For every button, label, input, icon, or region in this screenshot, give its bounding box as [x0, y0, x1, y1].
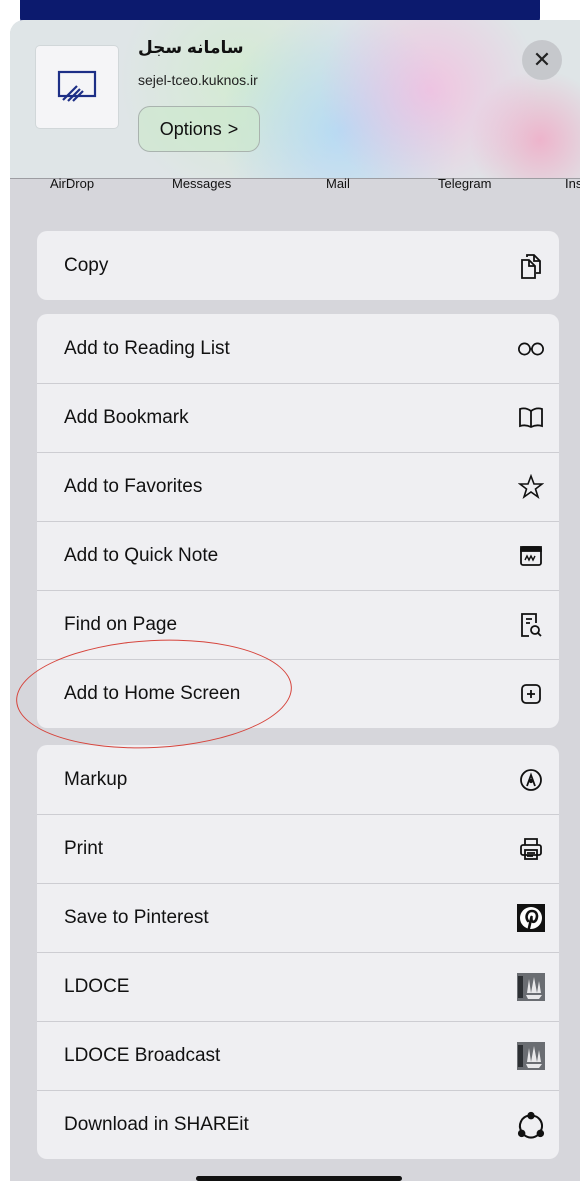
action-label: Add to Home Screen: [64, 683, 241, 704]
action-add-to-quick-note[interactable]: Add to Quick Note: [37, 521, 559, 590]
share-sheet-header: سامانه سجل sejel-tceo.kuknos.ir Options …: [10, 20, 580, 179]
action-print[interactable]: Print: [37, 814, 559, 883]
share-target-mail[interactable]: Mail: [326, 176, 350, 191]
action-save-to-pinterest[interactable]: Save to Pinterest: [37, 883, 559, 952]
copy-icon: [517, 252, 545, 280]
action-label: Markup: [64, 768, 128, 790]
action-label: Add to Reading List: [64, 337, 230, 359]
options-button[interactable]: Options >: [138, 106, 260, 152]
action-label: Copy: [64, 254, 109, 276]
action-find-on-page[interactable]: Find on Page: [37, 590, 559, 659]
site-title: سامانه سجل: [138, 38, 244, 57]
printer-icon: [517, 835, 545, 863]
share-target-messages[interactable]: Messages: [172, 176, 231, 191]
action-ldoce[interactable]: LDOCE: [37, 952, 559, 1021]
site-url: sejel-tceo.kuknos.ir: [138, 72, 258, 88]
longman-icon: [517, 973, 545, 1001]
action-ldoce-broadcast[interactable]: LDOCE Broadcast: [37, 1021, 559, 1090]
book-icon: [517, 404, 545, 432]
options-label: Options: [159, 118, 222, 139]
action-download-in-shareit[interactable]: Download in SHAREit: [37, 1090, 559, 1159]
close-button[interactable]: ✕: [522, 40, 562, 80]
action-label: Add to Quick Note: [64, 545, 219, 566]
action-add-to-favorites[interactable]: Add to Favorites: [37, 452, 559, 521]
action-group-page: Add to Reading List Add Bookmark Add to …: [37, 314, 559, 728]
action-label: Find on Page: [64, 614, 178, 635]
action-label: Print: [64, 838, 104, 859]
action-group-copy: Copy: [37, 231, 559, 300]
share-sheet: سامانه سجل sejel-tceo.kuknos.ir Options …: [10, 20, 580, 1181]
action-copy[interactable]: Copy: [37, 231, 559, 300]
action-markup[interactable]: Markup: [37, 745, 559, 814]
action-label: LDOCE: [64, 976, 130, 997]
action-label: Download in SHAREit: [64, 1114, 249, 1135]
share-target-instagram[interactable]: Ins: [565, 176, 580, 191]
pinterest-icon: [517, 904, 545, 932]
home-indicator[interactable]: [196, 1176, 402, 1181]
share-target-airdrop[interactable]: AirDrop: [50, 176, 94, 191]
action-label: Save to Pinterest: [64, 907, 209, 928]
star-icon: [517, 473, 545, 501]
chevron-right-icon: >: [227, 118, 239, 139]
action-add-bookmark[interactable]: Add Bookmark: [37, 383, 559, 452]
site-icon: [36, 46, 118, 128]
find-on-page-icon: [517, 611, 545, 639]
share-targets-row: AirDrop Messages Mail Telegram Ins: [10, 176, 580, 194]
longman-icon: [517, 1042, 545, 1070]
action-label: Add to Favorites: [64, 476, 203, 497]
shareit-icon: [517, 1111, 545, 1139]
action-add-to-home-screen[interactable]: Add to Home Screen: [37, 659, 559, 728]
share-target-telegram[interactable]: Telegram: [438, 176, 491, 191]
markup-icon: [517, 766, 545, 794]
action-group-apps: Markup Print Save to Pinterest LDOCE LDO…: [37, 745, 559, 1159]
action-label: LDOCE Broadcast: [64, 1045, 221, 1066]
plus-square-icon: [517, 680, 545, 708]
close-icon: ✕: [532, 47, 552, 72]
quick-note-icon: [517, 542, 545, 570]
action-add-to-reading-list[interactable]: Add to Reading List: [37, 314, 559, 383]
glasses-icon: [517, 335, 545, 363]
action-label: Add Bookmark: [64, 407, 189, 428]
